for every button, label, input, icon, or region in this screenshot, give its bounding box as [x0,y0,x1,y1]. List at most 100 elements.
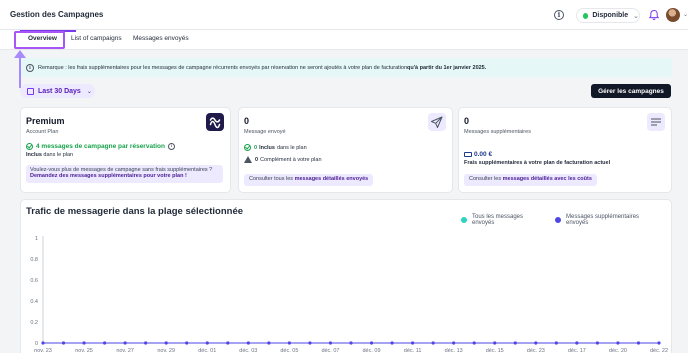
link-bold: messages détaillés envoyés [294,176,369,182]
data-point[interactable] [595,341,600,345]
price-description: Frais supplémentaires à votre plan de fa… [464,160,611,166]
data-point[interactable] [103,341,107,345]
data-point[interactable] [123,341,127,345]
included-label: Inclus [26,152,42,158]
messages-sent-card: 0 Message envoyé 0 Inclus dans le plan 0C… [238,107,453,193]
sent-count: 0 [244,116,250,126]
x-tick-label: déc. 09 [363,348,381,353]
promo-link[interactable]: Demandez des messages supplémentaires po… [30,173,219,179]
data-point[interactable] [554,341,558,345]
data-point[interactable] [411,341,415,345]
x-tick-label: nov. 29 [157,348,175,353]
app-title: Gestion des Campagnes [10,10,104,19]
manage-campaigns-button[interactable]: Gérer les campagnes [591,84,671,98]
plan-included: Inclus dans le plan [26,152,73,158]
chart-plot: 0 0.2 0.4 0.6 0.8 1 nov. 23 nov. 25 nov. 27 nov. … [30,236,668,353]
status-dot-icon [583,12,589,19]
extra-price: 0.00 € [464,151,492,158]
chevron-down-icon: ⌄ [633,12,639,20]
y-tick-label: 0.2 [30,320,38,326]
plan-subtitle: Account Plan [26,129,59,135]
data-point[interactable] [267,341,271,345]
date-range-picker[interactable]: Last 30 Days ⌄ [20,84,95,98]
data-point[interactable] [185,341,189,345]
data-point[interactable] [226,341,230,345]
data-point[interactable] [575,341,579,345]
extra-messages-card: 0 Messages supplémentaires 0.00 € Frais … [458,107,672,193]
view-costs-link[interactable]: Consulter les messages détaillés avec le… [464,174,597,186]
data-point[interactable] [616,341,620,345]
included-row: 0 Inclus dans le plan [244,144,307,151]
extra-count: 0 [464,116,470,126]
complement-row: 0 Complément à votre plan [244,156,322,163]
info-icon[interactable]: i [554,10,564,20]
data-point[interactable] [164,341,168,345]
status-dropdown[interactable]: Disponible ⌄ [576,8,640,23]
data-point[interactable] [431,341,435,345]
x-tick-label: nov. 27 [116,348,134,353]
list-icon [647,113,665,131]
data-point[interactable] [534,341,538,345]
x-tick-label: déc. 03 [239,348,257,353]
y-tick-label: 1 [35,236,38,242]
bell-icon[interactable] [648,9,660,21]
data-point[interactable] [657,341,661,345]
plan-name: Premium [26,116,65,126]
data-point[interactable] [369,341,374,345]
x-tick-label: nov. 25 [75,348,93,353]
x-tick-label: déc. 13 [445,348,463,353]
x-tick-label: déc. 01 [198,348,216,353]
data-point[interactable] [493,341,497,345]
x-tick-label: déc. 15 [486,348,504,353]
top-header: Gestion des Campagnes i Disponible ⌄ ⌄ [0,0,688,30]
info-icon[interactable]: i [167,143,175,150]
avatar[interactable] [666,8,680,22]
check-circle-icon [244,144,251,151]
link-prefix: Consulter tous les [249,176,295,182]
complement-count: 0 [255,156,259,163]
info-icon: i [26,63,34,72]
tab-list-of-campaigns[interactable]: List of campaigns [71,35,122,42]
upgrade-promo[interactable]: Voulez-vous plus de messages de campagne… [26,165,223,183]
data-point[interactable] [82,341,86,345]
link-prefix: Consulter les [469,176,503,182]
data-point[interactable] [328,341,333,345]
send-icon [428,113,446,131]
data-point[interactable] [513,341,517,345]
overview-highlight-box [14,31,65,49]
date-range-label: Last 30 Days [38,87,81,95]
data-point[interactable] [61,341,66,345]
data-point[interactable] [205,341,209,345]
included-rest: dans le plan [41,152,74,158]
y-tick-label: 0.4 [30,299,38,305]
x-tick-label: déc. 07 [321,348,339,353]
tab-messages-sent[interactable]: Messages envoyés [133,35,189,42]
data-point[interactable] [144,341,148,345]
included-label: Inclus [259,144,275,151]
data-point[interactable] [308,341,312,345]
chevron-down-icon: ⌄ [86,88,92,95]
notice-text: Remarque : les frais supplémentaires pou… [38,64,408,71]
view-sent-messages-link[interactable]: Consulter tous les messages détaillés en… [244,174,374,186]
included-rest: dans le plan [276,144,307,151]
x-tick-label: déc. 05 [280,348,298,353]
data-point[interactable] [636,341,641,345]
data-point[interactable] [41,341,45,345]
x-tick-label: déc. 17 [568,348,586,353]
extra-subtitle: Messages supplémentaires [464,129,531,135]
avatar-chevron-icon[interactable]: ⌄ [683,11,688,18]
x-tick-label: déc. 20 [609,348,627,353]
complement-label: Complément à votre plan [260,156,322,163]
data-point[interactable] [472,341,476,345]
data-point[interactable] [287,341,291,345]
data-point[interactable] [390,341,394,345]
plan-card: Premium Account Plan 4 messages de campa… [20,107,231,193]
notice-date: qu'à partir du 1er janvier 2025. [407,64,487,71]
data-point[interactable] [349,341,353,345]
data-point[interactable] [246,341,250,345]
arrow-line [19,55,21,88]
money-icon [464,152,472,157]
warning-icon [244,156,252,163]
y-tick-label: 0 [35,341,38,347]
data-point[interactable] [452,341,456,345]
